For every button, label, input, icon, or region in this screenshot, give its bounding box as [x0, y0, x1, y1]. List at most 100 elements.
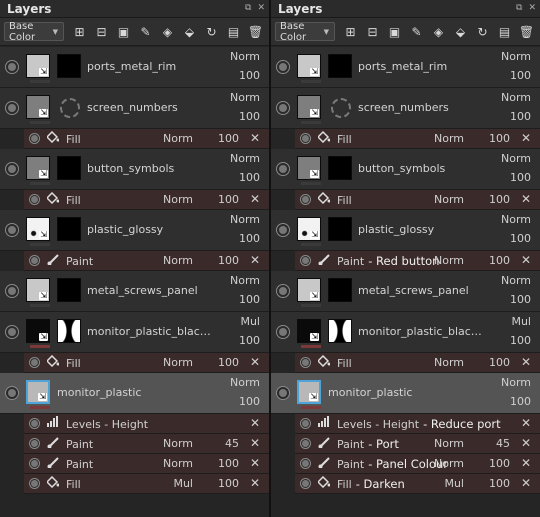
- effect-opacity[interactable]: 100: [218, 254, 239, 267]
- visibility-eye-icon[interactable]: [6, 285, 18, 297]
- visibility-eye-icon[interactable]: [6, 224, 18, 236]
- layer-thumbnail[interactable]: ⇲: [26, 319, 50, 343]
- remove-effect-icon[interactable]: ✕: [521, 436, 531, 450]
- layer-name[interactable]: ports_metal_rim: [358, 60, 488, 73]
- effect-opacity[interactable]: 100: [218, 193, 239, 206]
- layer-mask-thumbnail[interactable]: [328, 54, 352, 78]
- effect-row[interactable]: Fill Norm 100 ✕: [295, 353, 540, 373]
- effect-blend-mode[interactable]: Norm: [163, 254, 193, 267]
- effect-blend-mode[interactable]: Norm: [163, 457, 193, 470]
- layer-blend-mode[interactable]: Norm: [501, 91, 531, 104]
- layer-row[interactable]: ⇲ ports_metal_rim Norm 100: [271, 47, 540, 88]
- layer-blend-mode[interactable]: Mul: [511, 315, 531, 328]
- remove-effect-icon[interactable]: ✕: [521, 456, 531, 470]
- layer-thumbnail[interactable]: ⇲: [297, 95, 321, 119]
- layer-name[interactable]: ports_metal_rim: [87, 60, 217, 73]
- layer-mask-thumbnail[interactable]: [328, 217, 352, 241]
- layer-blend-mode[interactable]: Norm: [501, 50, 531, 63]
- add-mask-icon[interactable]: ▣: [385, 22, 404, 41]
- layer-mask-thumbnail[interactable]: [328, 278, 352, 302]
- effect-visibility-eye-icon[interactable]: [30, 358, 39, 367]
- layer-name[interactable]: plastic_glossy: [87, 223, 217, 236]
- layer-row[interactable]: ⇲ plastic_glossy Norm 100: [0, 210, 269, 251]
- effect-blend-mode[interactable]: Norm: [434, 132, 464, 145]
- add-fill-layer-icon[interactable]: ⊟: [363, 22, 382, 41]
- remove-effect-icon[interactable]: ✕: [521, 253, 531, 267]
- layer-name[interactable]: monitor_plastic_black_col...: [87, 325, 217, 338]
- effect-visibility-eye-icon[interactable]: [30, 419, 39, 428]
- effect-blend-mode[interactable]: Norm: [163, 193, 193, 206]
- add-fill-layer-icon[interactable]: ⊟: [92, 22, 111, 41]
- effect-row[interactable]: Fill Norm 100 ✕: [24, 353, 269, 373]
- visibility-eye-icon[interactable]: [277, 61, 289, 73]
- remove-effect-icon[interactable]: ✕: [250, 456, 260, 470]
- effect-visibility-eye-icon[interactable]: [30, 256, 39, 265]
- effect-row[interactable]: Fill Norm 100 ✕: [295, 190, 540, 210]
- remove-effect-icon[interactable]: ✕: [521, 416, 531, 430]
- undock-icon[interactable]: ⧉: [516, 3, 522, 13]
- remove-effect-icon[interactable]: ✕: [250, 253, 260, 267]
- layer-row[interactable]: ⇲ screen_numbers Norm 100: [0, 88, 269, 129]
- effect-row[interactable]: Paint - Port Norm 45 ✕: [295, 434, 540, 454]
- remove-effect-icon[interactable]: ✕: [250, 192, 260, 206]
- add-fill-effect-icon[interactable]: ⬙: [451, 22, 470, 41]
- layer-blend-mode[interactable]: Norm: [501, 152, 531, 165]
- layer-opacity[interactable]: 100: [239, 334, 260, 347]
- effect-row[interactable]: Paint Norm 100 ✕: [24, 454, 269, 474]
- layer-row[interactable]: ⇲ monitor_plastic_black_col... Mul 100: [0, 312, 269, 353]
- visibility-eye-icon[interactable]: [277, 285, 289, 297]
- effect-opacity[interactable]: 45: [496, 437, 510, 450]
- layer-row[interactable]: ⇲ plastic_glossy Norm 100: [271, 210, 540, 251]
- layer-blend-mode[interactable]: Norm: [230, 376, 260, 389]
- channel-dropdown[interactable]: Base Color ▼: [275, 21, 335, 43]
- layer-row[interactable]: ⇲ button_symbols Norm 100: [271, 149, 540, 190]
- remove-effect-icon[interactable]: ✕: [250, 131, 260, 145]
- layer-opacity[interactable]: 100: [239, 110, 260, 123]
- layer-row[interactable]: ⇲ monitor_plastic Norm 100: [271, 373, 540, 414]
- effect-row[interactable]: Fill Norm 100 ✕: [295, 129, 540, 149]
- layer-opacity[interactable]: 100: [239, 293, 260, 306]
- effect-visibility-eye-icon[interactable]: [30, 439, 39, 448]
- remove-effect-icon[interactable]: ✕: [250, 436, 260, 450]
- clear-icon[interactable]: ✎: [407, 22, 426, 41]
- effect-blend-mode[interactable]: Norm: [163, 356, 193, 369]
- layer-opacity[interactable]: 100: [510, 110, 531, 123]
- effect-opacity[interactable]: 100: [489, 254, 510, 267]
- effect-visibility-eye-icon[interactable]: [301, 479, 310, 488]
- effect-blend-mode[interactable]: Norm: [163, 132, 193, 145]
- effect-blend-mode[interactable]: Norm: [434, 457, 464, 470]
- effect-visibility-eye-icon[interactable]: [301, 256, 310, 265]
- layer-opacity[interactable]: 100: [510, 395, 531, 408]
- effect-opacity[interactable]: 100: [218, 132, 239, 145]
- layer-name[interactable]: screen_numbers: [358, 101, 488, 114]
- effect-opacity[interactable]: 100: [489, 193, 510, 206]
- layer-thumbnail[interactable]: ⇲: [297, 156, 321, 180]
- layer-thumbnail[interactable]: ⇲: [297, 319, 321, 343]
- remove-effect-icon[interactable]: ✕: [250, 355, 260, 369]
- layer-name[interactable]: plastic_glossy: [358, 223, 488, 236]
- layer-mask-thumbnail[interactable]: [328, 95, 352, 119]
- effect-blend-mode[interactable]: Mul: [444, 477, 464, 490]
- visibility-eye-icon[interactable]: [277, 326, 289, 338]
- effect-visibility-eye-icon[interactable]: [301, 195, 310, 204]
- layer-opacity[interactable]: 100: [510, 334, 531, 347]
- undock-icon[interactable]: ⧉: [245, 3, 251, 13]
- effect-row[interactable]: Fill Norm 100 ✕: [24, 129, 269, 149]
- remove-effect-icon[interactable]: ✕: [521, 131, 531, 145]
- layer-row[interactable]: ⇲ metal_screws_panel Norm 100: [0, 271, 269, 312]
- layer-name[interactable]: monitor_plastic_black_col...: [358, 325, 488, 338]
- effect-row[interactable]: Paint Norm 100 ✕: [24, 251, 269, 271]
- effect-blend-mode[interactable]: Norm: [163, 437, 193, 450]
- layer-row[interactable]: ⇲ monitor_plastic Norm 100: [0, 373, 269, 414]
- effect-row[interactable]: Paint Norm 45 ✕: [24, 434, 269, 454]
- effect-visibility-eye-icon[interactable]: [30, 479, 39, 488]
- effect-blend-mode[interactable]: Norm: [434, 193, 464, 206]
- add-fill-effect-icon[interactable]: ⬙: [180, 22, 199, 41]
- layer-thumbnail[interactable]: ⇲: [26, 95, 50, 119]
- layer-name[interactable]: metal_screws_panel: [87, 284, 217, 297]
- layer-mask-thumbnail[interactable]: [328, 319, 352, 343]
- layer-blend-mode[interactable]: Mul: [240, 315, 260, 328]
- visibility-eye-icon[interactable]: [6, 387, 18, 399]
- layer-thumbnail[interactable]: ⇲: [26, 156, 50, 180]
- layer-row[interactable]: ⇲ button_symbols Norm 100: [0, 149, 269, 190]
